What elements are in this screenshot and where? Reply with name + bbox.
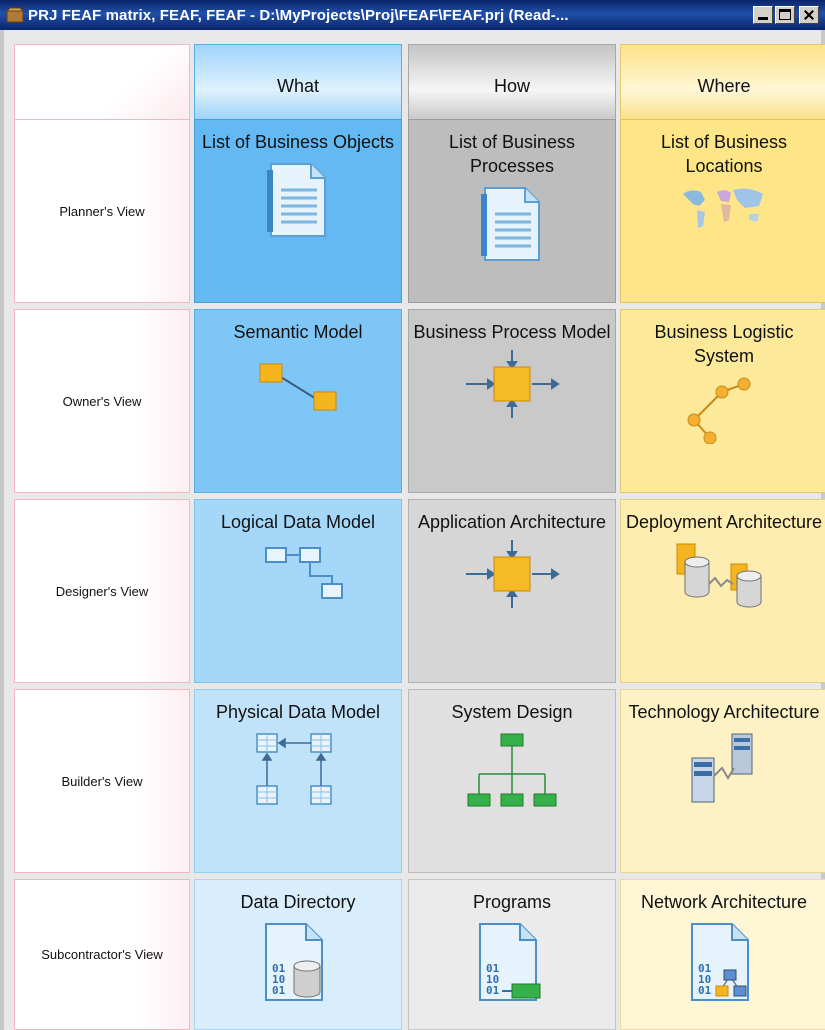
svg-text:01: 01 bbox=[486, 984, 500, 997]
cell-label: List of Business Locations bbox=[660, 132, 788, 176]
binary-document-database-icon: 01 10 01 bbox=[265, 923, 323, 1001]
row-header-designers-view[interactable]: Designer's View bbox=[14, 499, 190, 683]
row-header-label: Planner's View bbox=[59, 203, 145, 219]
cell-list-of-business-processes[interactable]: List of Business Processes bbox=[408, 119, 616, 303]
cell-label: List of Business Processes bbox=[448, 132, 576, 176]
cell-business-logistic-system[interactable]: Business Logistic System bbox=[620, 309, 825, 493]
table-schema-icon bbox=[256, 733, 332, 805]
cell-business-process-model[interactable]: Business Process Model bbox=[408, 309, 616, 493]
cell-label: Programs bbox=[472, 892, 552, 912]
row-header-builders-view[interactable]: Builder's View bbox=[14, 689, 190, 873]
cell-label: Logical Data Model bbox=[220, 512, 376, 532]
column-header-label: Where bbox=[697, 75, 751, 96]
cell-label: Network Architecture bbox=[640, 892, 808, 912]
cell-semantic-model[interactable]: Semantic Model bbox=[194, 309, 402, 493]
database-server-icon bbox=[676, 543, 762, 608]
network-nodes-icon bbox=[687, 377, 751, 444]
cell-list-of-business-locations[interactable]: List of Business Locations bbox=[620, 119, 825, 303]
cell-logical-data-model[interactable]: Logical Data Model bbox=[194, 499, 402, 683]
cell-label: Technology Architecture bbox=[628, 702, 820, 722]
maximize-button[interactable] bbox=[775, 6, 795, 24]
row-header-subcontractors-view[interactable]: Subcontractor's View bbox=[14, 879, 190, 1030]
entity-relation-icon bbox=[265, 547, 343, 599]
matrix-corner bbox=[14, 44, 190, 128]
row-header-label: Builder's View bbox=[61, 773, 143, 789]
row-header-owners-view[interactable]: Owner's View bbox=[14, 309, 190, 493]
minimize-button[interactable] bbox=[753, 6, 773, 24]
column-header-what[interactable]: What bbox=[194, 44, 402, 128]
binary-document-network-icon: 01 10 01 bbox=[691, 923, 749, 1001]
hierarchy-icon bbox=[467, 733, 557, 807]
cell-label: Deployment Architecture bbox=[625, 512, 823, 532]
cell-list-of-business-objects[interactable]: List of Business Objects bbox=[194, 119, 402, 303]
cell-physical-data-model[interactable]: Physical Data Model bbox=[194, 689, 402, 873]
column-header-how[interactable]: How bbox=[408, 44, 616, 128]
cell-label: Semantic Model bbox=[233, 322, 363, 342]
cell-application-architecture[interactable]: Application Architecture bbox=[408, 499, 616, 683]
cell-data-directory[interactable]: Data Directory 01 10 01 bbox=[194, 879, 402, 1030]
cell-label: Physical Data Model bbox=[215, 702, 381, 722]
cell-label: Application Architecture bbox=[417, 512, 607, 532]
cell-label: Business Process Model bbox=[413, 322, 611, 342]
process-box-icon bbox=[466, 350, 560, 418]
document-icon bbox=[267, 163, 326, 237]
svg-text:01: 01 bbox=[698, 984, 712, 997]
row-header-label: Designer's View bbox=[55, 583, 149, 599]
semantic-model-icon bbox=[259, 363, 337, 411]
server-connection-icon bbox=[691, 733, 753, 803]
process-box-icon bbox=[466, 540, 560, 608]
cell-programs[interactable]: Programs 01 10 01 bbox=[408, 879, 616, 1030]
column-header-where[interactable]: Where bbox=[620, 44, 825, 128]
document-icon bbox=[481, 187, 540, 261]
cell-system-design[interactable]: System Design bbox=[408, 689, 616, 873]
cell-network-architecture[interactable]: Network Architecture 01 10 01 bbox=[620, 879, 825, 1030]
cell-label: Data Directory bbox=[240, 892, 356, 912]
window-title-bar[interactable]: PRJ FEAF matrix, FEAF, FEAF - D:\MyProje… bbox=[0, 0, 825, 30]
cell-label: System Design bbox=[451, 702, 573, 722]
row-header-planners-view[interactable]: Planner's View bbox=[14, 119, 190, 303]
cell-technology-architecture[interactable]: Technology Architecture bbox=[620, 689, 825, 873]
feaf-matrix: What How Where Planner's View List of Bu… bbox=[0, 30, 825, 1030]
cell-label: List of Business Objects bbox=[201, 132, 395, 152]
world-map-icon bbox=[683, 188, 763, 228]
window-title: PRJ FEAF matrix, FEAF, FEAF - D:\MyProje… bbox=[28, 6, 569, 24]
row-header-label: Subcontractor's View bbox=[41, 947, 163, 962]
svg-text:01: 01 bbox=[272, 984, 286, 997]
close-button[interactable] bbox=[799, 6, 819, 24]
cell-deployment-architecture[interactable]: Deployment Architecture bbox=[620, 499, 825, 683]
binary-document-chip-icon: 01 10 01 bbox=[479, 923, 541, 1001]
cell-label: Business Logistic System bbox=[654, 322, 794, 366]
app-icon bbox=[6, 7, 24, 23]
column-header-label: What bbox=[276, 75, 319, 96]
column-header-label: How bbox=[493, 75, 530, 96]
row-header-label: Owner's View bbox=[62, 393, 142, 409]
